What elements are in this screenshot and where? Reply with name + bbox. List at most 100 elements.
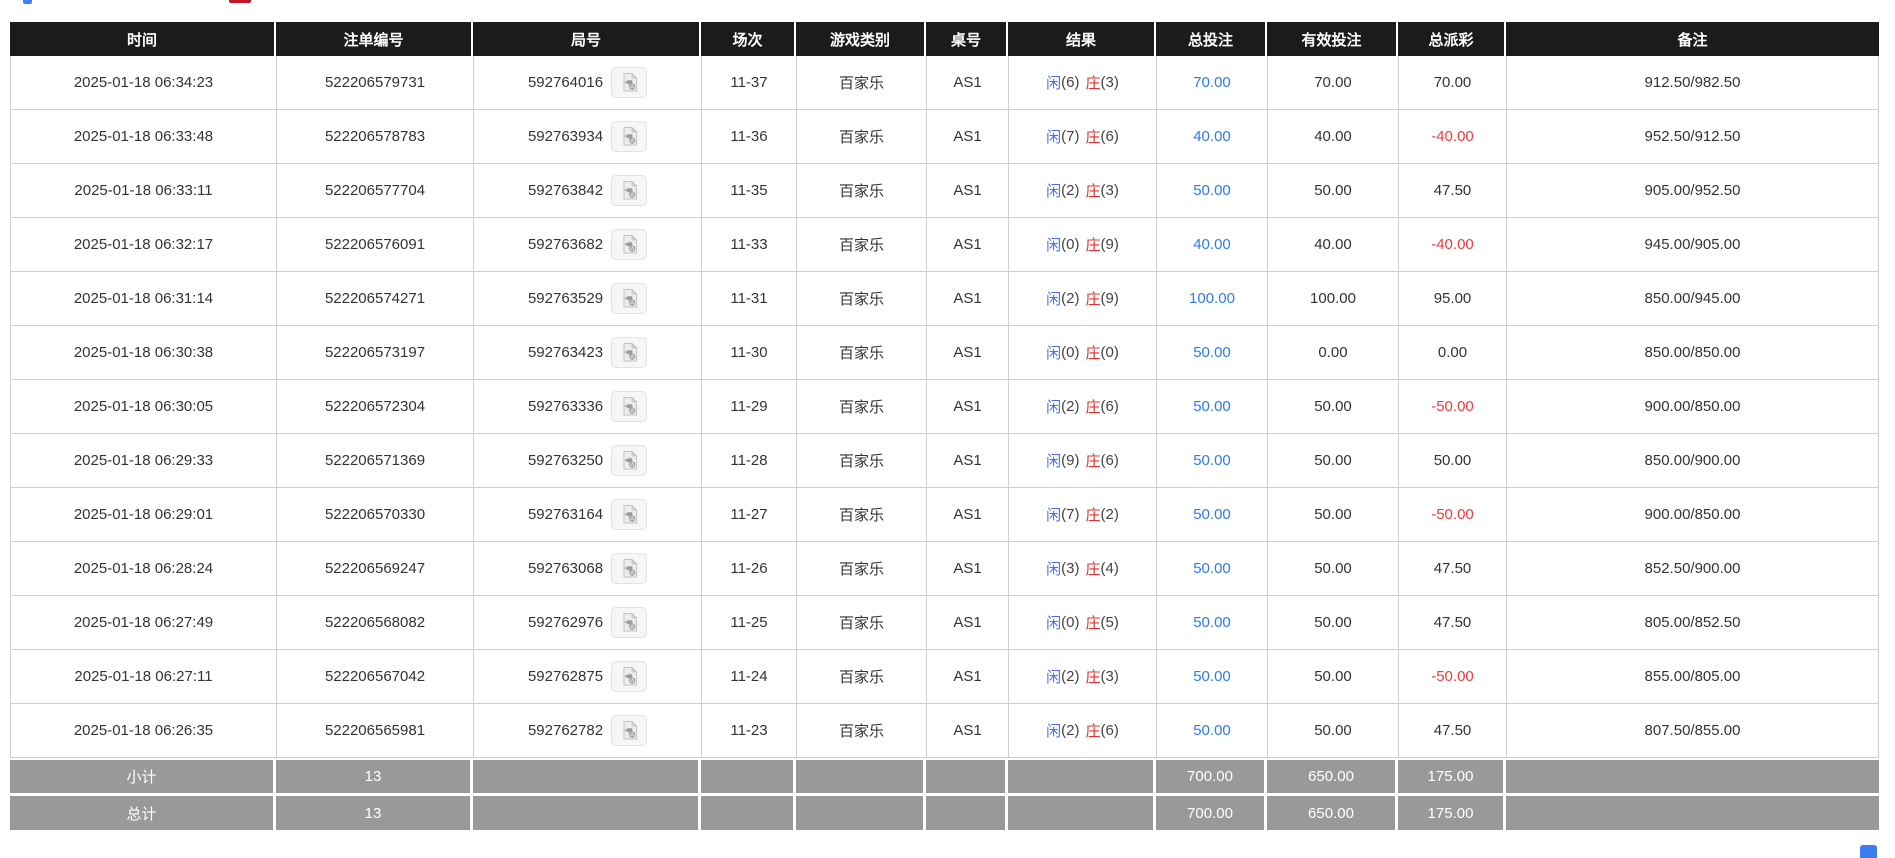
payout-cell: -50.00 bbox=[1399, 488, 1507, 541]
column-header-order: 注单编号 bbox=[276, 22, 473, 56]
bet-amount-link[interactable]: 50.00 bbox=[1193, 668, 1231, 685]
total-row: 总计 13 700.00 650.00 175.00 bbox=[10, 796, 1879, 830]
remark-cell: 952.50/912.50 bbox=[1507, 110, 1878, 163]
order-number-cell: 522206570330 bbox=[277, 488, 474, 541]
column-header-table_no: 桌号 bbox=[926, 22, 1008, 56]
bet-amount-link[interactable]: 50.00 bbox=[1193, 506, 1231, 523]
result-cell: 闲(3)庄(4) bbox=[1009, 542, 1157, 595]
result-player-value: (2) bbox=[1061, 668, 1079, 685]
round-number-cell: 592763068 bbox=[474, 542, 702, 595]
result-banker-label: 庄 bbox=[1086, 396, 1101, 417]
table-row: 2025-01-18 06:27:11 522206567042 5927628… bbox=[11, 650, 1878, 704]
video-replay-icon bbox=[619, 288, 640, 309]
bet-amount-link[interactable]: 40.00 bbox=[1193, 236, 1231, 253]
payout-cell: 47.50 bbox=[1399, 596, 1507, 649]
valid-bet-cell: 50.00 bbox=[1268, 650, 1399, 703]
video-replay-button[interactable] bbox=[611, 553, 647, 584]
table-row: 2025-01-18 06:29:33 522206571369 5927632… bbox=[11, 434, 1878, 488]
valid-bet-cell: 0.00 bbox=[1268, 326, 1399, 379]
result-cell: 闲(2)庄(9) bbox=[1009, 272, 1157, 325]
table-number-cell: AS1 bbox=[927, 326, 1009, 379]
order-number-cell: 522206567042 bbox=[277, 650, 474, 703]
video-replay-button[interactable] bbox=[611, 661, 647, 692]
video-replay-button[interactable] bbox=[611, 121, 647, 152]
bet-amount-link[interactable]: 50.00 bbox=[1193, 722, 1231, 739]
video-replay-button[interactable] bbox=[611, 229, 647, 260]
result-cell: 闲(0)庄(5) bbox=[1009, 596, 1157, 649]
result-banker-value: (3) bbox=[1101, 668, 1119, 685]
result-banker-value: (6) bbox=[1101, 722, 1119, 739]
bet-amount-link[interactable]: 50.00 bbox=[1193, 560, 1231, 577]
total-bet-cell: 50.00 bbox=[1157, 596, 1268, 649]
round-number: 592764016 bbox=[528, 74, 603, 91]
round-number: 592762976 bbox=[528, 614, 603, 631]
remark-cell: 852.50/900.00 bbox=[1507, 542, 1878, 595]
payout-cell: -50.00 bbox=[1399, 650, 1507, 703]
video-replay-button[interactable] bbox=[611, 391, 647, 422]
video-replay-icon bbox=[619, 666, 640, 687]
valid-bet-cell: 40.00 bbox=[1268, 110, 1399, 163]
result-player-label: 闲 bbox=[1046, 450, 1061, 471]
subtotal-empty bbox=[473, 760, 701, 793]
bet-amount-link[interactable]: 50.00 bbox=[1193, 182, 1231, 199]
bet-amount-link[interactable]: 50.00 bbox=[1193, 344, 1231, 361]
round-number-cell: 592762782 bbox=[474, 704, 702, 757]
bet-amount-link[interactable]: 50.00 bbox=[1193, 614, 1231, 631]
time-cell: 2025-01-18 06:26:35 bbox=[11, 704, 277, 757]
video-replay-button[interactable] bbox=[611, 175, 647, 206]
bet-amount-link[interactable]: 50.00 bbox=[1193, 452, 1231, 469]
bottom-right-pagination-fragment[interactable] bbox=[1860, 845, 1877, 858]
payout-amount: -40.00 bbox=[1431, 236, 1474, 253]
bet-amount-link[interactable]: 50.00 bbox=[1193, 398, 1231, 415]
time-cell: 2025-01-18 06:27:49 bbox=[11, 596, 277, 649]
video-replay-icon bbox=[619, 234, 640, 255]
time-cell: 2025-01-18 06:33:48 bbox=[11, 110, 277, 163]
result-banker-value: (4) bbox=[1101, 560, 1119, 577]
total-bet-cell: 70.00 bbox=[1157, 56, 1268, 109]
result-banker-label: 庄 bbox=[1086, 72, 1101, 93]
order-number-cell: 522206578783 bbox=[277, 110, 474, 163]
round-number: 592763336 bbox=[528, 398, 603, 415]
bet-amount-link[interactable]: 100.00 bbox=[1189, 290, 1235, 307]
order-number-cell: 522206565981 bbox=[277, 704, 474, 757]
result-player-label: 闲 bbox=[1046, 288, 1061, 309]
result-player-value: (2) bbox=[1061, 290, 1079, 307]
game-type-cell: 百家乐 bbox=[797, 704, 927, 757]
order-number-cell: 522206569247 bbox=[277, 542, 474, 595]
top-left-button-fragment[interactable] bbox=[23, 0, 32, 4]
video-replay-button[interactable] bbox=[611, 445, 647, 476]
game-type-cell: 百家乐 bbox=[797, 272, 927, 325]
payout-amount: -50.00 bbox=[1431, 668, 1474, 685]
total-empty bbox=[1506, 796, 1879, 830]
table-row: 2025-01-18 06:28:24 522206569247 5927630… bbox=[11, 542, 1878, 596]
order-number-cell: 522206571369 bbox=[277, 434, 474, 487]
video-replay-button[interactable] bbox=[611, 67, 647, 98]
time-cell: 2025-01-18 06:30:38 bbox=[11, 326, 277, 379]
bet-amount-link[interactable]: 40.00 bbox=[1193, 128, 1231, 145]
result-player-value: (0) bbox=[1061, 236, 1079, 253]
payout-cell: -50.00 bbox=[1399, 380, 1507, 433]
video-replay-button[interactable] bbox=[611, 283, 647, 314]
video-replay-button[interactable] bbox=[611, 607, 647, 638]
video-replay-icon bbox=[619, 612, 640, 633]
top-red-button-fragment[interactable] bbox=[229, 0, 251, 3]
valid-bet-cell: 100.00 bbox=[1268, 272, 1399, 325]
valid-bet-cell: 50.00 bbox=[1268, 434, 1399, 487]
result-cell: 闲(0)庄(0) bbox=[1009, 326, 1157, 379]
total-bet-cell: 40.00 bbox=[1157, 110, 1268, 163]
video-replay-button[interactable] bbox=[611, 499, 647, 530]
column-header-round: 局号 bbox=[473, 22, 701, 56]
result-banker-value: (9) bbox=[1101, 236, 1119, 253]
result-banker-label: 庄 bbox=[1086, 126, 1101, 147]
video-replay-button[interactable] bbox=[611, 337, 647, 368]
result-player-label: 闲 bbox=[1046, 612, 1061, 633]
round-number-cell: 592764016 bbox=[474, 56, 702, 109]
result-player-value: (7) bbox=[1061, 128, 1079, 145]
bet-amount-link[interactable]: 70.00 bbox=[1193, 74, 1231, 91]
payout-amount: 95.00 bbox=[1434, 290, 1472, 307]
order-number-cell: 522206577704 bbox=[277, 164, 474, 217]
video-replay-button[interactable] bbox=[611, 715, 647, 746]
session-cell: 11-37 bbox=[702, 56, 797, 109]
payout-cell: 50.00 bbox=[1399, 434, 1507, 487]
order-number-cell: 522206572304 bbox=[277, 380, 474, 433]
